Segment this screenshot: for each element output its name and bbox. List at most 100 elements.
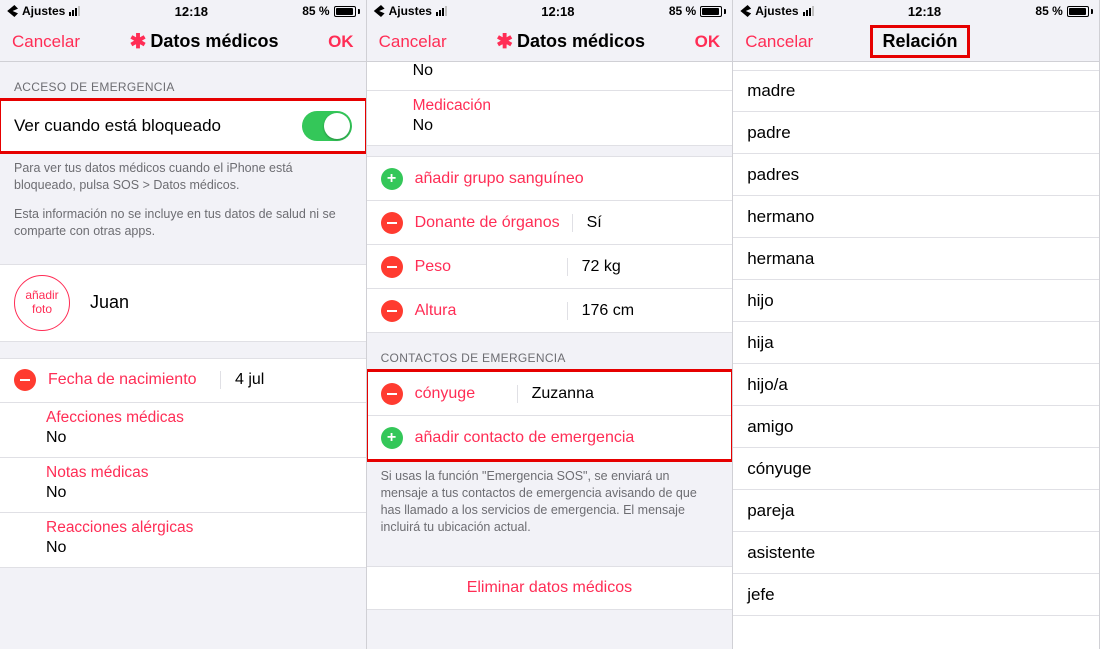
medication-value: No	[413, 117, 433, 134]
donor-label: Donante de órganos	[415, 214, 560, 232]
add-blood-type-label: añadir grupo sanguíneo	[415, 170, 584, 188]
relation-item[interactable]: padre	[733, 112, 1099, 154]
show-when-locked-cell[interactable]: Ver cuando está bloqueado	[0, 100, 366, 152]
footer-note-2: Esta información no se incluye en tus da…	[0, 202, 366, 248]
relation-item[interactable]: hija	[733, 322, 1099, 364]
cancel-button[interactable]: Cancelar	[12, 32, 80, 52]
emergency-contacts-block: cónyuge Zuzanna añadir contacto de emerg…	[367, 371, 733, 460]
status-bar: Ajustes 12:18 85 %	[733, 0, 1099, 22]
allergies-value: No	[46, 539, 66, 556]
status-bar: Ajustes 12:18 85 %	[0, 0, 366, 22]
add-contact-row[interactable]: añadir contacto de emergencia	[367, 416, 733, 460]
back-chevron-icon	[6, 5, 18, 17]
allergies-row[interactable]: Reacciones alérgicas No	[0, 513, 366, 568]
remove-contact-button[interactable]	[381, 383, 403, 405]
battery-icon	[1067, 6, 1093, 17]
medication-row[interactable]: Medicación No	[367, 91, 733, 146]
cancel-button[interactable]: Cancelar	[379, 32, 447, 52]
dob-label: Fecha de nacimiento	[48, 371, 208, 389]
notes-value: No	[46, 484, 66, 501]
show-when-locked-label: Ver cuando está bloqueado	[14, 116, 302, 136]
section-header-emergency: ACCESO DE EMERGENCIA	[0, 62, 366, 100]
relation-item[interactable]: pareja	[733, 490, 1099, 532]
dob-value[interactable]: 4 jul	[220, 371, 352, 389]
weight-value[interactable]: 72 kg	[567, 258, 719, 276]
ok-button[interactable]: OK	[328, 32, 354, 52]
dob-row[interactable]: Fecha de nacimiento 4 jul	[0, 359, 366, 403]
screen-1: Ajustes 12:18 85 % Cancelar ✱Datos médic…	[0, 0, 367, 649]
remove-weight-button[interactable]	[381, 256, 403, 278]
footer-note-1: Para ver tus datos médicos cuando el iPh…	[0, 152, 366, 202]
signal-icon	[803, 6, 814, 16]
relation-item[interactable]: hijo/a	[733, 364, 1099, 406]
donor-value[interactable]: Sí	[572, 214, 719, 232]
relation-item[interactable]: padres	[733, 154, 1099, 196]
battery-icon	[700, 6, 726, 17]
organ-donor-row[interactable]: Donante de órganos Sí	[367, 201, 733, 245]
add-photo-button[interactable]: añadir foto	[14, 275, 70, 331]
battery-pct: 85 %	[1035, 4, 1062, 18]
contact-row[interactable]: cónyuge Zuzanna	[367, 372, 733, 416]
contact-name: Zuzanna	[517, 385, 719, 403]
relation-item[interactable]: hijo	[733, 280, 1099, 322]
ok-button[interactable]: OK	[695, 32, 721, 52]
nav-header: Cancelar Relación	[733, 22, 1099, 62]
remove-height-button[interactable]	[381, 300, 403, 322]
back-chevron-icon	[739, 5, 751, 17]
notes-label: Notas médicas	[46, 464, 352, 482]
conditions-row[interactable]: Afecciones médicas No	[0, 403, 366, 458]
contact-relation: cónyuge	[415, 385, 505, 403]
weight-row[interactable]: Peso 72 kg	[367, 245, 733, 289]
signal-icon	[436, 6, 447, 16]
cancel-button[interactable]: Cancelar	[745, 32, 813, 52]
clock: 12:18	[175, 4, 208, 19]
height-row[interactable]: Altura 176 cm	[367, 289, 733, 333]
height-label: Altura	[415, 302, 555, 320]
relation-item[interactable]: amigo	[733, 406, 1099, 448]
notes-row[interactable]: Notas médicas No	[0, 458, 366, 513]
back-chevron-icon	[373, 5, 385, 17]
section-header-contacts: CONTACTOS DE EMERGENCIA	[367, 333, 733, 371]
prev-row-value: No	[367, 62, 733, 91]
nav-header: Cancelar ✱Datos médicos OK	[0, 22, 366, 62]
emergency-note: Si usas la función "Emergencia SOS", se …	[367, 460, 733, 544]
relation-item[interactable]: hermana	[733, 238, 1099, 280]
page-title: ✱Datos médicos	[496, 31, 645, 52]
relation-item[interactable]: madre	[733, 70, 1099, 112]
remove-donor-button[interactable]	[381, 212, 403, 234]
conditions-value: No	[46, 429, 66, 446]
signal-icon	[69, 6, 80, 16]
remove-dob-button[interactable]	[14, 369, 36, 391]
content-scroll[interactable]: No Medicación No añadir grupo sanguíneo …	[367, 62, 733, 649]
screen-2: Ajustes 12:18 85 % Cancelar ✱Datos médic…	[367, 0, 734, 649]
add-contact-button[interactable]	[381, 427, 403, 449]
page-title: ✱Datos médicos	[130, 31, 279, 52]
height-value[interactable]: 176 cm	[567, 302, 719, 320]
battery-pct: 85 %	[302, 4, 329, 18]
nav-header: Cancelar ✱Datos médicos OK	[367, 22, 733, 62]
content-scroll[interactable]: ACCESO DE EMERGENCIA Ver cuando está blo…	[0, 62, 366, 649]
relation-list[interactable]: madrepadrepadreshermanohermanahijohijahi…	[733, 62, 1099, 649]
name-row[interactable]: añadir foto Juan	[0, 265, 366, 342]
relation-item[interactable]: cónyuge	[733, 448, 1099, 490]
show-when-locked-toggle[interactable]	[302, 111, 352, 141]
relation-item[interactable]: hermano	[733, 196, 1099, 238]
page-title: Relación	[872, 27, 967, 56]
battery-pct: 85 %	[669, 4, 696, 18]
back-app-label[interactable]: Ajustes	[755, 4, 798, 18]
asterisk-icon: ✱	[130, 32, 147, 52]
back-app-label[interactable]: Ajustes	[22, 4, 65, 18]
delete-medical-data-button[interactable]: Eliminar datos médicos	[367, 566, 733, 610]
status-bar: Ajustes 12:18 85 %	[367, 0, 733, 22]
add-blood-type-button[interactable]	[381, 168, 403, 190]
relation-item[interactable]: asistente	[733, 532, 1099, 574]
medication-label: Medicación	[413, 97, 719, 115]
clock: 12:18	[908, 4, 941, 19]
back-app-label[interactable]: Ajustes	[389, 4, 432, 18]
allergies-label: Reacciones alérgicas	[46, 519, 352, 537]
name-value[interactable]: Juan	[82, 292, 352, 313]
blood-type-row[interactable]: añadir grupo sanguíneo	[367, 157, 733, 201]
relation-item[interactable]: jefe	[733, 574, 1099, 616]
add-contact-label: añadir contacto de emergencia	[415, 429, 635, 447]
conditions-label: Afecciones médicas	[46, 409, 352, 427]
